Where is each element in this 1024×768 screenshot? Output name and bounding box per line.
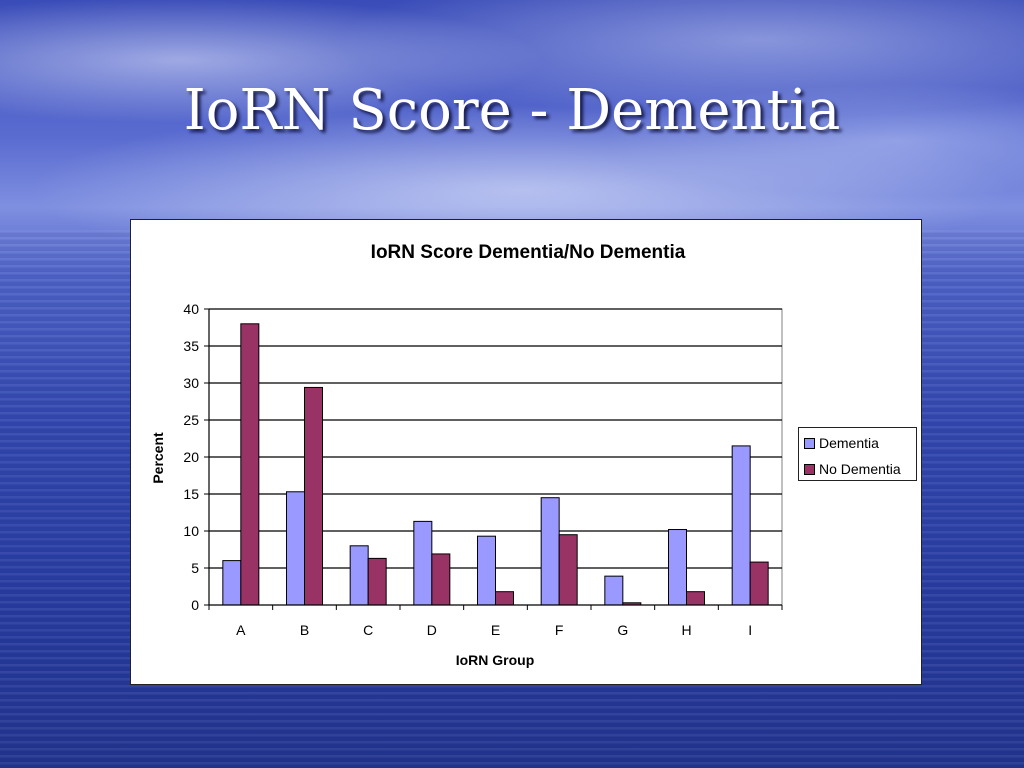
bar-dementia-F	[540, 497, 560, 606]
legend-swatch-dementia	[804, 437, 815, 449]
legend-swatch-no-dementia	[804, 463, 815, 475]
y-tick-label: 20	[183, 449, 199, 465]
x-tick-label: A	[236, 622, 246, 638]
y-tick-label: 15	[183, 486, 199, 502]
x-tick-label: E	[491, 622, 500, 638]
y-tick-label: 30	[183, 375, 199, 391]
bar-no-dementia-C	[367, 557, 387, 606]
x-tick-label: D	[427, 622, 437, 638]
bar-no-dementia-F	[558, 534, 578, 606]
x-axis-label: IoRN Group	[456, 652, 535, 668]
bar-no-dementia-E	[495, 591, 514, 606]
y-tick-label: 25	[183, 412, 199, 428]
bar-no-dementia-I	[749, 561, 769, 606]
bar-dementia-E	[477, 535, 496, 606]
bar-dementia-C	[349, 545, 369, 606]
bar-no-dementia-H	[686, 591, 705, 606]
y-tick-label: 0	[191, 597, 199, 613]
y-axis-label: Percent	[150, 432, 166, 484]
x-tick-label: C	[363, 622, 373, 638]
chart-legend: Dementia No Dementia	[798, 427, 917, 481]
bars	[222, 323, 769, 606]
x-tick-label: F	[555, 622, 564, 638]
bar-dementia-H	[668, 529, 687, 606]
bar-dementia-G	[604, 575, 624, 606]
slide-title: IoRN Score - Dementia	[183, 78, 841, 143]
bar-dementia-A	[222, 560, 242, 606]
bar-dementia-B	[286, 491, 305, 606]
chart-panel: IoRN Score Dementia/No Dementia 0 5 10 15 20…	[130, 219, 922, 685]
y-tick-label: 35	[183, 338, 199, 354]
legend-item-dementia: Dementia	[804, 435, 879, 451]
legend-label-no-dementia: No Dementia	[819, 461, 901, 477]
legend-label-dementia: Dementia	[819, 435, 879, 451]
x-tick-label: B	[300, 622, 309, 638]
x-tick-label: I	[748, 622, 752, 638]
y-tick-label: 5	[191, 560, 199, 576]
y-tick-label: 40	[183, 301, 199, 317]
x-tick-label: G	[617, 622, 628, 638]
chart-title: IoRN Score Dementia/No Dementia	[371, 242, 686, 263]
y-tick-label: 10	[183, 523, 199, 539]
legend-item-no-dementia: No Dementia	[804, 461, 901, 477]
bar-no-dementia-B	[304, 386, 323, 606]
x-tick-label: H	[681, 622, 691, 638]
bar-no-dementia-D	[431, 553, 451, 606]
bar-dementia-D	[413, 520, 433, 606]
bar-no-dementia-A	[240, 323, 260, 606]
bar-dementia-I	[731, 445, 751, 606]
